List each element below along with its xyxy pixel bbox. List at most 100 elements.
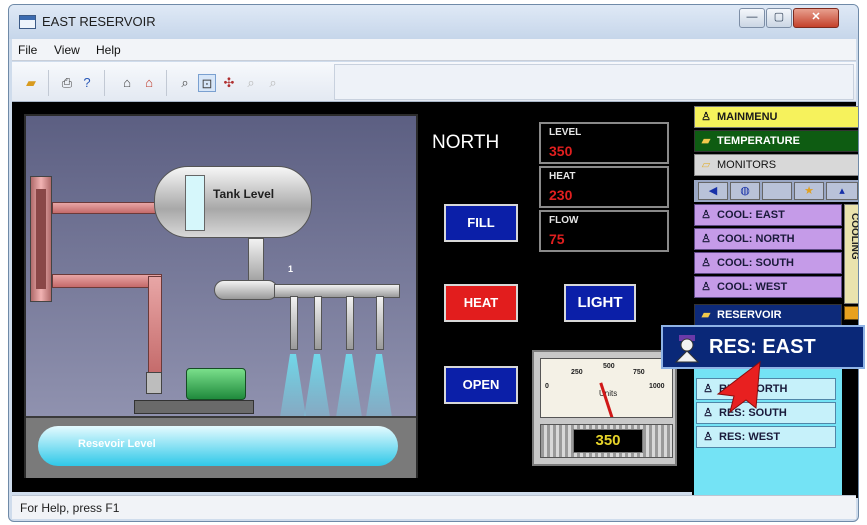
nav-toolbar: ◀ ◍ ★ ▴ <box>694 180 858 202</box>
status-text: For Help, press F1 <box>20 501 120 515</box>
nav-cool-west[interactable]: ♙ COOL: WEST <box>694 276 842 298</box>
meter-face: 0 250 500 750 1000 Units <box>540 358 673 418</box>
readout-label: FLOW <box>549 215 579 226</box>
meter-grille: 350 <box>540 424 673 458</box>
window-title: EAST RESERVOIR <box>42 14 156 29</box>
toolbar-empty-area <box>334 64 854 100</box>
nav-label: RES: WEST <box>719 431 781 443</box>
user-icon: ♙ <box>701 233 711 245</box>
flow-readout: FLOW 75 <box>539 210 669 252</box>
cooling-tab-label: COOLING <box>849 213 859 260</box>
hmi-canvas: Tank Level 1 Resevoir Level NORTH LEVEL … <box>12 102 858 498</box>
light-button[interactable]: LIGHT <box>564 284 636 322</box>
pipe-top <box>52 202 156 214</box>
globe-icon[interactable]: ◍ <box>730 182 760 200</box>
folder-open-icon: ▱ <box>701 159 711 171</box>
nav-label: COOL: SOUTH <box>717 257 794 269</box>
nav-reservoir[interactable]: ▰ RESERVOIR <box>694 304 842 326</box>
user-icon: ♙ <box>701 257 711 269</box>
home-icon[interactable]: ⌂ <box>118 74 136 92</box>
pump-coupling <box>146 372 162 394</box>
folder-icon: ▰ <box>701 135 711 147</box>
app-window: EAST RESERVOIR — ▢ ✕ File View Help ▰ ⎙ … <box>8 4 859 522</box>
zoom-reset-icon[interactable]: ✣ <box>220 74 238 92</box>
valve-tag: 1 <box>288 264 294 274</box>
readout-label: LEVEL <box>549 127 582 138</box>
fill-button[interactable]: FILL <box>444 204 518 242</box>
open-button[interactable]: OPEN <box>444 366 518 404</box>
maximize-button[interactable]: ▢ <box>766 8 792 28</box>
zoom-out-icon[interactable]: ⌕ <box>264 74 282 92</box>
meter-tick: 500 <box>603 363 615 370</box>
user-icon: ♙ <box>703 407 713 419</box>
meter-needle <box>599 382 614 417</box>
title-bar[interactable]: EAST RESERVOIR — ▢ ✕ <box>9 5 858 39</box>
nav-res-west[interactable]: ♙ RES: WEST <box>696 426 836 448</box>
toolbar-separator <box>166 70 167 96</box>
drag-popup-res-east[interactable]: RES: EAST <box>661 325 865 369</box>
scroll-up-icon[interactable]: ▴ <box>826 182 858 200</box>
zoom-in-icon[interactable]: ⌕ <box>242 74 260 92</box>
readout-label: HEAT <box>549 171 576 182</box>
user-icon: ♙ <box>701 281 711 293</box>
reservoir-pool: Resevoir Level <box>26 416 416 478</box>
back-arrow-icon[interactable]: ◀ <box>698 182 728 200</box>
zoom-box-icon[interactable]: ⊡ <box>198 74 216 92</box>
readout-value: 350 <box>549 143 573 159</box>
nav-mainmenu[interactable]: ♙ MAINMENU <box>694 106 858 128</box>
toolbar: ▰ ⎙ ? ⌂ ⌂ ⌕ ⊡ ✣ ⌕ ⌕ <box>12 62 856 102</box>
heat-button[interactable]: HEAT <box>444 284 518 322</box>
heat-readout: HEAT 230 <box>539 166 669 208</box>
status-bar: For Help, press F1 <box>12 495 856 519</box>
pipe-down <box>148 276 162 376</box>
app-icon <box>19 15 36 29</box>
menu-bar: File View Help <box>12 39 856 61</box>
pipe-middle <box>52 274 162 288</box>
nav-monitors[interactable]: ▱ MONITORS <box>694 154 858 176</box>
area-title: NORTH <box>432 132 500 153</box>
menu-file[interactable]: File <box>18 43 37 57</box>
nav-cool-north[interactable]: ♙ COOL: NORTH <box>694 228 842 250</box>
folder-icon: ▰ <box>701 309 711 321</box>
close-button[interactable]: ✕ <box>793 8 839 28</box>
user-icon: ♙ <box>703 383 713 395</box>
minimize-button[interactable]: — <box>739 8 765 28</box>
nav-label: MONITORS <box>717 159 777 171</box>
nav-label: COOL: EAST <box>717 209 785 221</box>
star-icon[interactable]: ★ <box>794 182 824 200</box>
tank-level-window <box>185 175 205 231</box>
nav-label: TEMPERATURE <box>717 135 800 147</box>
blank-tool-button[interactable] <box>762 182 792 200</box>
meter-tick: 250 <box>571 369 583 376</box>
navigation-panel: ♙ MAINMENU ▰ TEMPERATURE ▱ MONITORS ◀ ◍ … <box>692 106 859 498</box>
open-folder-icon[interactable]: ▰ <box>22 74 40 92</box>
menu-help[interactable]: Help <box>96 43 121 57</box>
toolbar-separator <box>104 70 105 96</box>
analog-meter: 0 250 500 750 1000 Units 350 <box>532 350 677 466</box>
nav-cool-east[interactable]: ♙ COOL: EAST <box>694 204 842 226</box>
nav-temperature[interactable]: ▰ TEMPERATURE <box>694 130 858 152</box>
pipe-elbow <box>214 280 278 300</box>
pipe-tank-outlet <box>248 238 264 286</box>
home-red-icon[interactable]: ⌂ <box>140 74 158 92</box>
zoom-icon[interactable]: ⌕ <box>176 74 194 92</box>
toolbar-separator <box>48 70 49 96</box>
menu-view[interactable]: View <box>54 43 80 57</box>
storage-tank: Tank Level <box>154 166 312 238</box>
nav-label: RESERVOIR <box>717 309 782 321</box>
drag-arrow-icon <box>716 360 761 414</box>
meter-tick: 1000 <box>649 383 665 390</box>
nozzle-pipe <box>314 296 322 350</box>
cooling-tab[interactable]: COOLING <box>844 204 859 304</box>
nozzle-pipe <box>376 296 384 350</box>
reservoir-tab[interactable] <box>844 306 858 320</box>
readout-value: 230 <box>549 187 573 203</box>
print-icon[interactable]: ⎙ <box>58 74 76 92</box>
readout-value: 75 <box>549 231 565 247</box>
nav-cool-south[interactable]: ♙ COOL: SOUTH <box>694 252 842 274</box>
pump-motor <box>186 368 246 400</box>
process-scene: Tank Level 1 Resevoir Level <box>24 114 418 478</box>
help-pointer-icon[interactable]: ? <box>78 74 96 92</box>
motor-base <box>134 400 254 414</box>
popup-label: RES: EAST <box>709 336 816 358</box>
